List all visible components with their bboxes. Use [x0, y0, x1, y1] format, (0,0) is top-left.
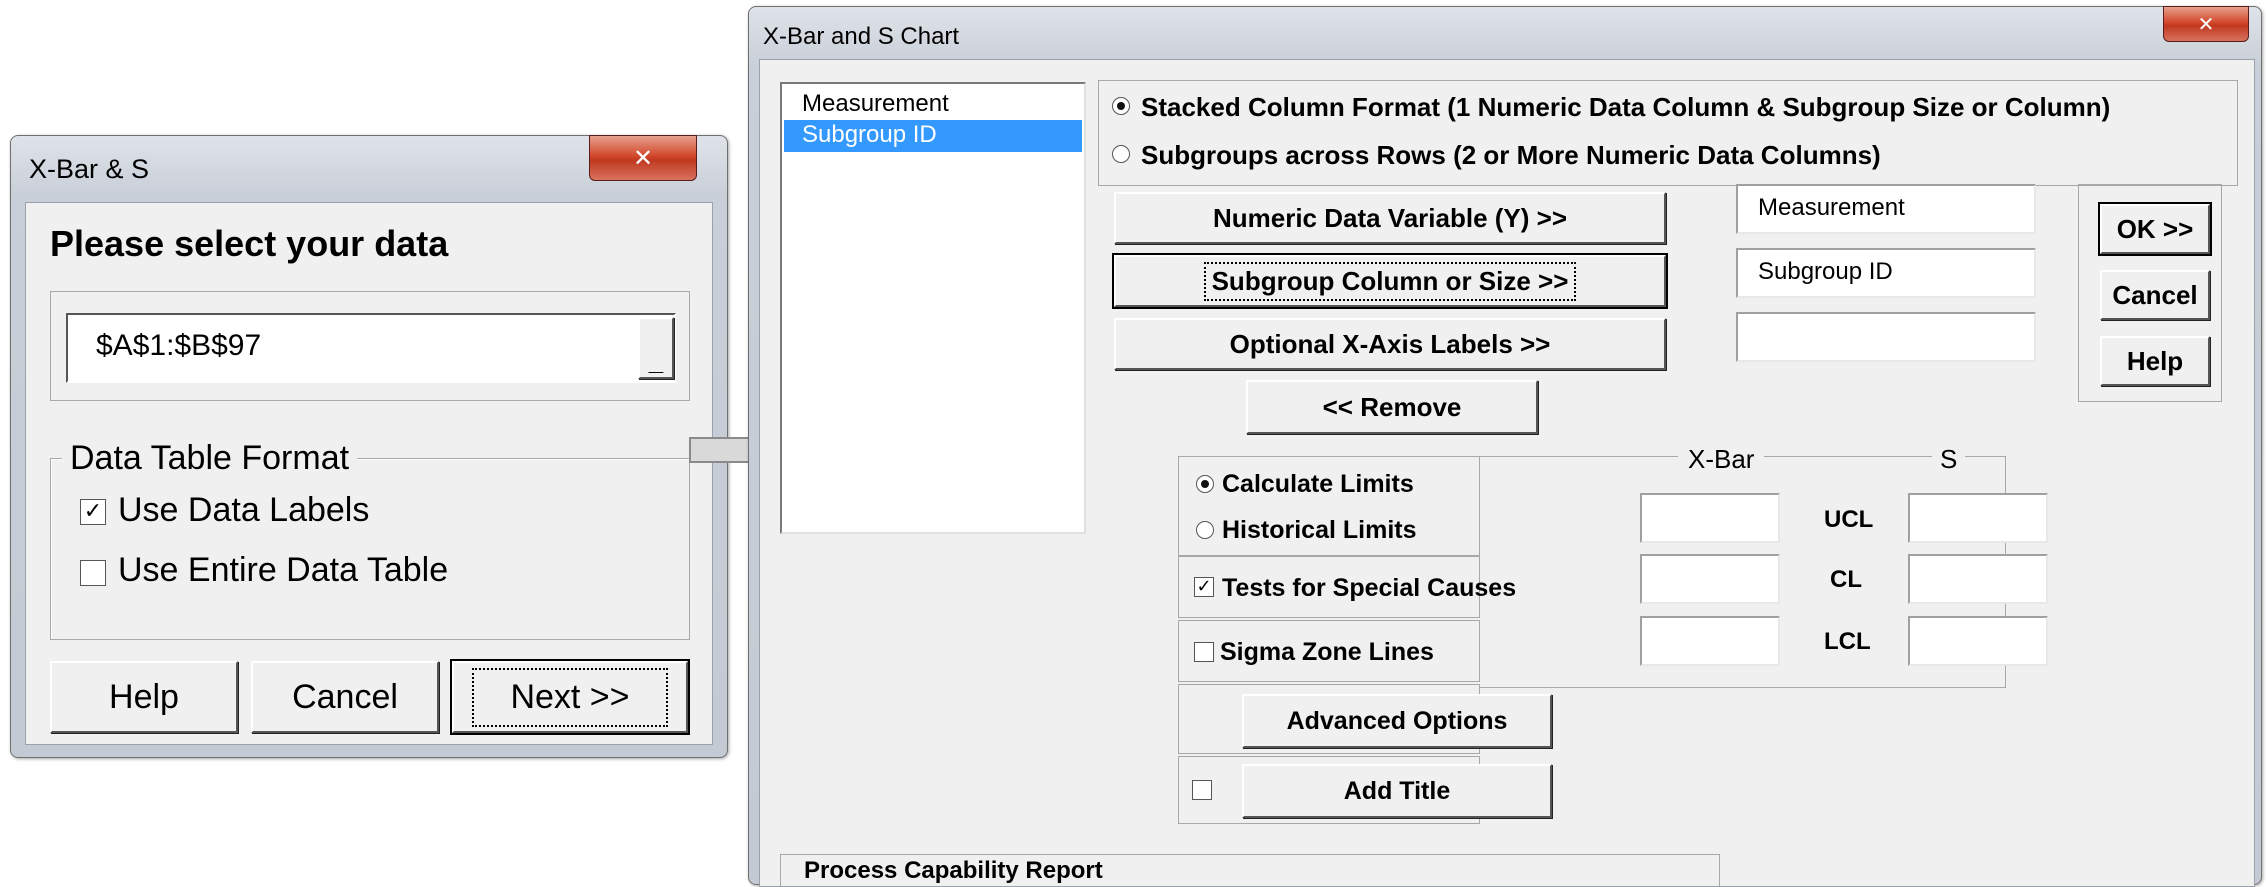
- main-help-button[interactable]: Help: [2100, 336, 2210, 386]
- ucl-label: UCL: [1824, 506, 1874, 533]
- close-icon: ✕: [2197, 12, 2215, 36]
- list-item[interactable]: Measurement: [802, 90, 949, 118]
- tests-special-checkbox[interactable]: ✓: [1194, 577, 1214, 597]
- advanced-options-button[interactable]: Advanced Options: [1242, 694, 1552, 748]
- remove-button[interactable]: << Remove: [1246, 380, 1538, 434]
- numeric-data-field[interactable]: Measurement: [1736, 184, 2036, 234]
- rows-format-radio[interactable]: [1112, 145, 1130, 163]
- x-axis-labels-button[interactable]: Optional X-Axis Labels >>: [1114, 318, 1666, 370]
- list-item-selected[interactable]: Subgroup ID: [784, 120, 1082, 152]
- remove-button-label: << Remove: [1322, 391, 1462, 422]
- advanced-options-label: Advanced Options: [1286, 706, 1508, 735]
- stacked-format-label[interactable]: Stacked Column Format (1 Numeric Data Co…: [1141, 92, 2110, 123]
- rows-format-label[interactable]: Subgroups across Rows (2 or More Numeric…: [1141, 140, 1881, 171]
- data-table-format-group: [50, 458, 690, 640]
- sigma-zone-label[interactable]: Sigma Zone Lines: [1220, 638, 1434, 667]
- data-table-format-label: Data Table Format: [62, 439, 358, 478]
- historical-limits-label[interactable]: Historical Limits: [1222, 516, 1417, 545]
- stacked-format-radio[interactable]: [1112, 97, 1130, 115]
- s-lcl-field[interactable]: [1908, 616, 2048, 666]
- use-entire-table-checkbox[interactable]: [80, 560, 106, 586]
- xbar-ucl-field[interactable]: [1640, 493, 1780, 543]
- subgroup-column-button[interactable]: Subgroup Column or Size >>: [1112, 253, 1668, 309]
- xbar-lcl-field[interactable]: [1640, 616, 1780, 666]
- wizard-title: X-Bar & S: [29, 154, 150, 184]
- next-button-label: Next >>: [472, 667, 668, 727]
- cl-label: CL: [1830, 566, 1862, 593]
- s-ucl-field[interactable]: [1908, 493, 2048, 543]
- main-title: X-Bar and S Chart: [763, 23, 960, 50]
- calculate-limits-radio[interactable]: [1196, 475, 1214, 493]
- lcl-label: LCL: [1824, 628, 1871, 655]
- ok-button-label: OK >>: [2116, 213, 2194, 244]
- main-close-button[interactable]: ✕: [2163, 6, 2249, 42]
- cancel-button[interactable]: Cancel: [251, 661, 439, 733]
- list-item-selected-label: Subgroup ID: [802, 121, 937, 148]
- use-data-labels-label[interactable]: Use Data Labels: [118, 491, 369, 530]
- subgroup-value: Subgroup ID: [1758, 258, 1893, 285]
- xbar-header: X-Bar: [1678, 444, 1765, 475]
- main-client: Measurement Subgroup ID Stacked Column F…: [759, 59, 2255, 887]
- s-header: S: [1932, 444, 1966, 475]
- use-entire-table-label[interactable]: Use Entire Data Table: [118, 551, 448, 590]
- ok-button[interactable]: OK >>: [2098, 202, 2212, 256]
- close-icon: ✕: [632, 144, 654, 172]
- wizard-client: Please select your data $A$1:$B$97 _ Dat…: [25, 202, 713, 745]
- add-title-label: Add Title: [1343, 776, 1451, 805]
- calculate-limits-label[interactable]: Calculate Limits: [1222, 470, 1414, 499]
- subgroup-field[interactable]: Subgroup ID: [1736, 248, 2036, 298]
- x-axis-labels-field[interactable]: [1736, 312, 2036, 362]
- xbar-s-chart-dialog: X-Bar and S Chart ✕ Measurement Subgroup…: [748, 6, 2262, 887]
- subgroup-column-label: Subgroup Column or Size >>: [1203, 261, 1577, 301]
- xbar-cl-field[interactable]: [1640, 554, 1780, 604]
- historical-limits-radio[interactable]: [1196, 521, 1214, 539]
- main-cancel-label: Cancel: [2112, 279, 2198, 310]
- help-button[interactable]: Help: [50, 661, 238, 733]
- wizard-prompt: Please select your data: [50, 223, 449, 264]
- wizard-close-button[interactable]: ✕: [589, 135, 697, 181]
- help-button-label: Help: [109, 677, 179, 716]
- add-title-button[interactable]: Add Title: [1242, 764, 1552, 818]
- add-title-checkbox[interactable]: [1192, 780, 1212, 800]
- variables-listbox[interactable]: Measurement Subgroup ID: [780, 82, 1086, 534]
- range-input[interactable]: $A$1:$B$97 _: [66, 313, 676, 383]
- cancel-button-label: Cancel: [292, 677, 398, 716]
- numeric-data-value: Measurement: [1758, 194, 1905, 221]
- minimize-icon: _: [648, 346, 664, 376]
- s-cl-field[interactable]: [1908, 554, 2048, 604]
- range-value: $A$1:$B$97: [96, 329, 262, 362]
- range-select-button[interactable]: _: [638, 317, 674, 379]
- xbar-s-wizard-dialog: X-Bar & S ✕ Please select your data $A$1…: [10, 135, 728, 758]
- use-data-labels-checkbox[interactable]: ✓: [80, 499, 106, 525]
- main-cancel-button[interactable]: Cancel: [2100, 270, 2210, 320]
- process-capability-label: Process Capability Report: [796, 857, 1111, 885]
- tests-special-label[interactable]: Tests for Special Causes: [1222, 574, 1516, 603]
- numeric-data-variable-button[interactable]: Numeric Data Variable (Y) >>: [1114, 192, 1666, 244]
- sigma-zone-checkbox[interactable]: [1194, 642, 1214, 662]
- x-axis-labels-label: Optional X-Axis Labels >>: [1229, 328, 1551, 359]
- numeric-data-variable-label: Numeric Data Variable (Y) >>: [1212, 202, 1568, 233]
- main-help-label: Help: [2126, 345, 2184, 376]
- next-button[interactable]: Next >>: [450, 659, 690, 735]
